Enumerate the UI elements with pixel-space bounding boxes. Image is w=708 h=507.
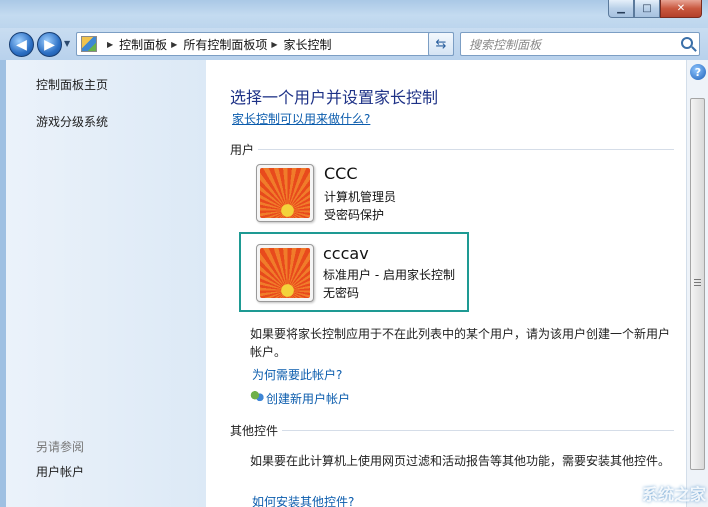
avatar — [256, 164, 314, 222]
sidebar: 控制面板主页 游戏分级系统 另请参阅 用户帐户 — [0, 60, 206, 507]
refresh-button[interactable]: ⇆ — [428, 32, 454, 56]
users-section-label: 用户 — [230, 143, 255, 157]
breadcrumb-all-items[interactable]: 所有控制面板项 — [183, 36, 267, 53]
create-account-note: 如果要将家长控制应用于不在此列表中的某个用户，请为该用户创建一个新用户帐户。 — [250, 327, 671, 359]
install-controls-link[interactable]: 如何安装其他控件? — [252, 493, 354, 507]
search-icon[interactable] — [681, 37, 693, 49]
refresh-icon: ⇆ — [435, 36, 447, 52]
user-card-cccav[interactable]: cccav 标准用户 - 启用家长控制 无密码 — [239, 232, 469, 312]
create-account-link[interactable]: 创建新用户帐户 — [250, 390, 350, 407]
main-content: 选择一个用户并设置家长控制 家长控制可以用来做什么? 用户 CCC 计算机管理员… — [206, 60, 686, 507]
breadcrumb-arrow-icon[interactable]: ▶ — [271, 40, 277, 49]
user-name: CCC — [324, 164, 358, 183]
back-arrow-icon: ◀ — [16, 36, 27, 53]
minimize-button[interactable]: ▁ — [608, 0, 634, 18]
search-input[interactable]: 搜索控制面板 — [460, 32, 700, 56]
page-title: 选择一个用户并设置家长控制 — [230, 88, 439, 107]
navigation-bar: ◀ ▶ ▼ ▶ 控制面板 ▶ 所有控制面板项 ▶ 家长控制 ▼ ⇆ 搜索控制面板 — [0, 28, 708, 60]
back-button[interactable]: ◀ — [9, 32, 34, 57]
help-link[interactable]: 家长控制可以用来做什么? — [232, 110, 370, 127]
other-controls-section-label: 其他控件 — [230, 424, 279, 438]
recent-pages-dropdown[interactable]: ▼ — [64, 39, 70, 48]
watermark: 系统之家 — [641, 485, 706, 504]
create-account-label: 创建新用户帐户 — [266, 392, 351, 406]
title-bar: ▁ □ ✕ — [0, 0, 708, 28]
section-divider — [258, 149, 674, 150]
user-role: 计算机管理员 — [324, 190, 397, 204]
control-panel-icon — [81, 36, 97, 52]
forward-button[interactable]: ▶ — [37, 32, 62, 57]
other-controls-note: 如果要在此计算机上使用网页过滤和活动报告等其他功能，需要安装其他控件。 — [250, 454, 671, 468]
sidebar-item-game-ratings[interactable]: 游戏分级系统 — [36, 113, 108, 130]
user-role: 标准用户 - 启用家长控制 — [323, 268, 455, 282]
avatar — [256, 244, 314, 302]
scrollbar-grip-icon — [694, 279, 701, 286]
user-name: cccav — [323, 244, 369, 263]
forward-arrow-icon: ▶ — [44, 36, 55, 53]
sidebar-item-user-accounts[interactable]: 用户帐户 — [36, 463, 84, 480]
user-password-status: 受密码保护 — [324, 208, 385, 222]
help-icon[interactable]: ? — [690, 64, 706, 80]
section-divider — [282, 430, 674, 431]
close-button[interactable]: ✕ — [660, 0, 702, 18]
why-account-link[interactable]: 为何需要此帐户? — [252, 366, 342, 383]
user-card-ccc[interactable]: CCC 计算机管理员 受密码保护 — [250, 158, 480, 226]
users-icon — [250, 391, 264, 405]
breadcrumb-parental-controls[interactable]: 家长控制 — [284, 36, 332, 53]
breadcrumb-control-panel[interactable]: 控制面板 — [119, 36, 167, 53]
breadcrumb-arrow-icon[interactable]: ▶ — [107, 40, 113, 49]
sidebar-item-control-panel-home[interactable]: 控制面板主页 — [36, 76, 108, 93]
scrollbar-thumb[interactable] — [690, 98, 705, 470]
breadcrumb-arrow-icon[interactable]: ▶ — [171, 40, 177, 49]
see-also-label: 另请参阅 — [36, 440, 85, 454]
window-controls: ▁ □ ✕ — [608, 0, 702, 18]
flower-picture-icon — [260, 248, 310, 298]
search-placeholder: 搜索控制面板 — [469, 37, 542, 52]
maximize-button[interactable]: □ — [634, 0, 660, 18]
flower-picture-icon — [260, 168, 310, 218]
user-password-status: 无密码 — [323, 286, 360, 300]
address-bar[interactable]: ▶ 控制面板 ▶ 所有控制面板项 ▶ 家长控制 ▼ — [76, 32, 454, 56]
vertical-scrollbar[interactable]: ? — [686, 60, 708, 507]
